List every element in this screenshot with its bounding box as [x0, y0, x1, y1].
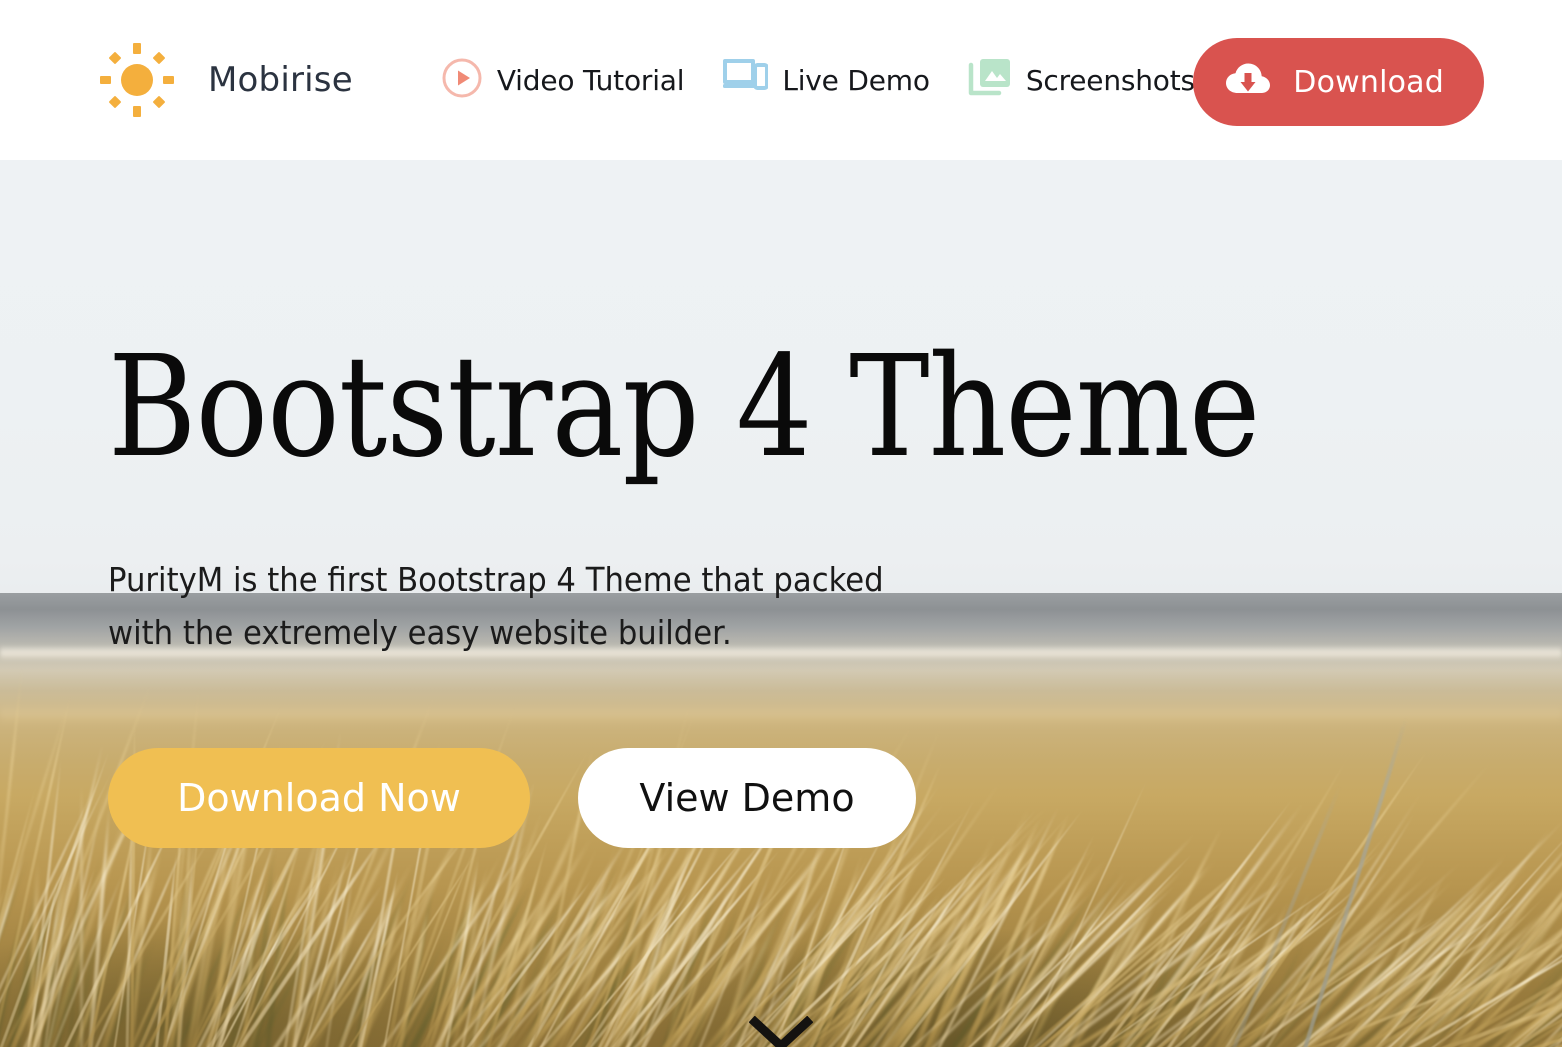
hero-section: Bootstrap 4 Theme PurityM is the first B…	[0, 160, 1562, 1047]
nav-label: Live Demo	[782, 63, 930, 97]
chevron-down-icon[interactable]	[748, 1015, 814, 1047]
play-circle-icon	[441, 57, 483, 104]
primary-nav: Video Tutorial Live Demo Screenshots	[441, 57, 1195, 104]
brand-name: Mobirise	[208, 60, 353, 100]
hero-content: Bootstrap 4 Theme PurityM is the first B…	[108, 160, 1308, 848]
hero-title: Bootstrap 4 Theme	[108, 326, 1260, 489]
hero-actions: Download Now View Demo	[108, 747, 1308, 848]
nav-item-live-demo[interactable]: Live Demo	[722, 58, 930, 103]
nav-item-screenshots[interactable]: Screenshots	[968, 57, 1195, 104]
devices-icon	[722, 58, 770, 103]
sun-icon	[98, 41, 176, 119]
download-now-button[interactable]: Download Now	[108, 747, 530, 848]
nav-label: Screenshots	[1025, 63, 1195, 97]
nav-label: Video Tutorial	[496, 63, 685, 97]
hero-subtitle: PurityM is the first Bootstrap 4 Theme t…	[108, 559, 884, 653]
nav-item-video-tutorial[interactable]: Video Tutorial	[441, 57, 685, 104]
brand[interactable]: Mobirise	[98, 41, 353, 119]
download-button-label: Download	[1293, 64, 1444, 100]
cloud-download-icon	[1225, 62, 1271, 102]
view-demo-button[interactable]: View Demo	[578, 747, 916, 848]
download-button[interactable]: Download	[1193, 38, 1484, 126]
site-header: Mobirise Video Tutorial Live Demo Screen…	[0, 0, 1562, 160]
photo-stack-icon	[968, 57, 1012, 104]
landing-page: Mobirise Video Tutorial Live Demo Screen…	[0, 0, 1562, 1047]
